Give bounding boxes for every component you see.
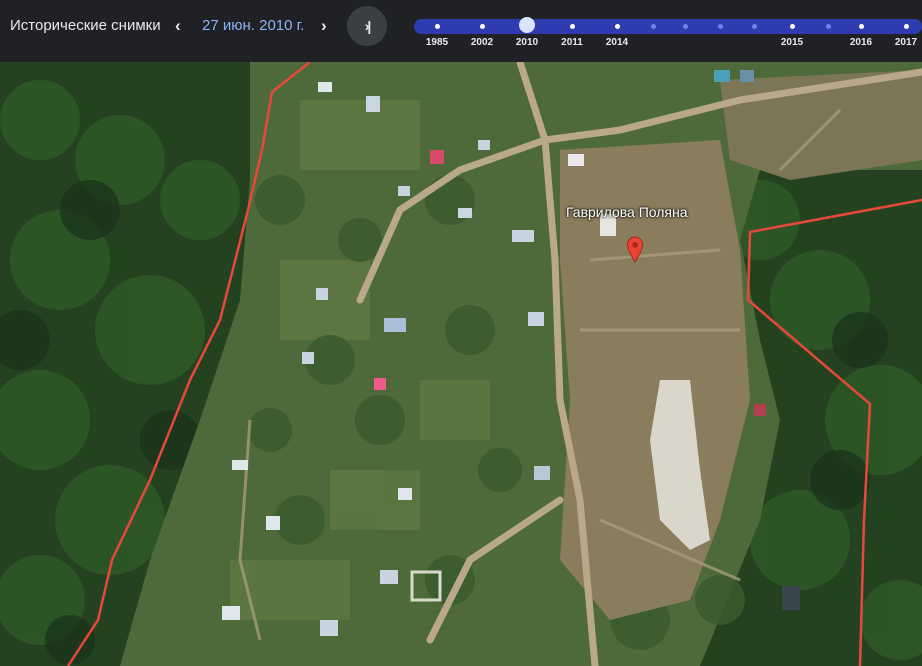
timeline-dot[interactable] <box>904 24 909 29</box>
satellite-map[interactable] <box>0 62 922 666</box>
chevron-left-icon[interactable]: ‹ <box>175 16 181 36</box>
timeline-year-label[interactable]: 2002 <box>471 37 493 48</box>
red-location-pin-icon[interactable] <box>626 236 644 264</box>
timeline-dot[interactable] <box>752 24 757 29</box>
timeline-dot[interactable] <box>480 24 485 29</box>
historical-imagery-title: Исторические снимки <box>10 17 161 34</box>
timeline-dot[interactable] <box>718 24 723 29</box>
timeline-year-label[interactable]: 2015 <box>781 37 803 48</box>
timeline-dot[interactable] <box>790 24 795 29</box>
timeline-dot[interactable] <box>859 24 864 29</box>
selected-date: 27 июн. 2010 г. <box>202 17 305 34</box>
historical-imagery-toolbar: Исторические снимки ‹ 27 июн. 2010 г. › … <box>0 0 922 62</box>
timeline-dot[interactable] <box>435 24 440 29</box>
timeline-dot[interactable] <box>651 24 656 29</box>
skip-to-latest-icon: ›| <box>364 18 371 34</box>
timeline-slider[interactable] <box>414 19 922 34</box>
chevron-right-icon[interactable]: › <box>321 16 327 36</box>
timeline-year-label[interactable]: 2010 <box>516 37 538 48</box>
skip-to-latest-button[interactable]: ›| <box>347 6 387 46</box>
place-label[interactable]: Гаврилова Поляна <box>566 204 688 220</box>
timeline-year-label[interactable]: 2016 <box>850 37 872 48</box>
timeline-dot[interactable] <box>615 24 620 29</box>
timeline-selected-handle[interactable] <box>519 17 535 33</box>
timeline-year-label[interactable]: 1985 <box>426 37 448 48</box>
timeline-year-label[interactable]: 2014 <box>606 37 628 48</box>
timeline-dot[interactable] <box>826 24 831 29</box>
timeline-dot[interactable] <box>570 24 575 29</box>
timeline-dot[interactable] <box>683 24 688 29</box>
timeline-year-label[interactable]: 2017 <box>895 37 917 48</box>
timeline-year-label[interactable]: 2011 <box>561 37 583 48</box>
